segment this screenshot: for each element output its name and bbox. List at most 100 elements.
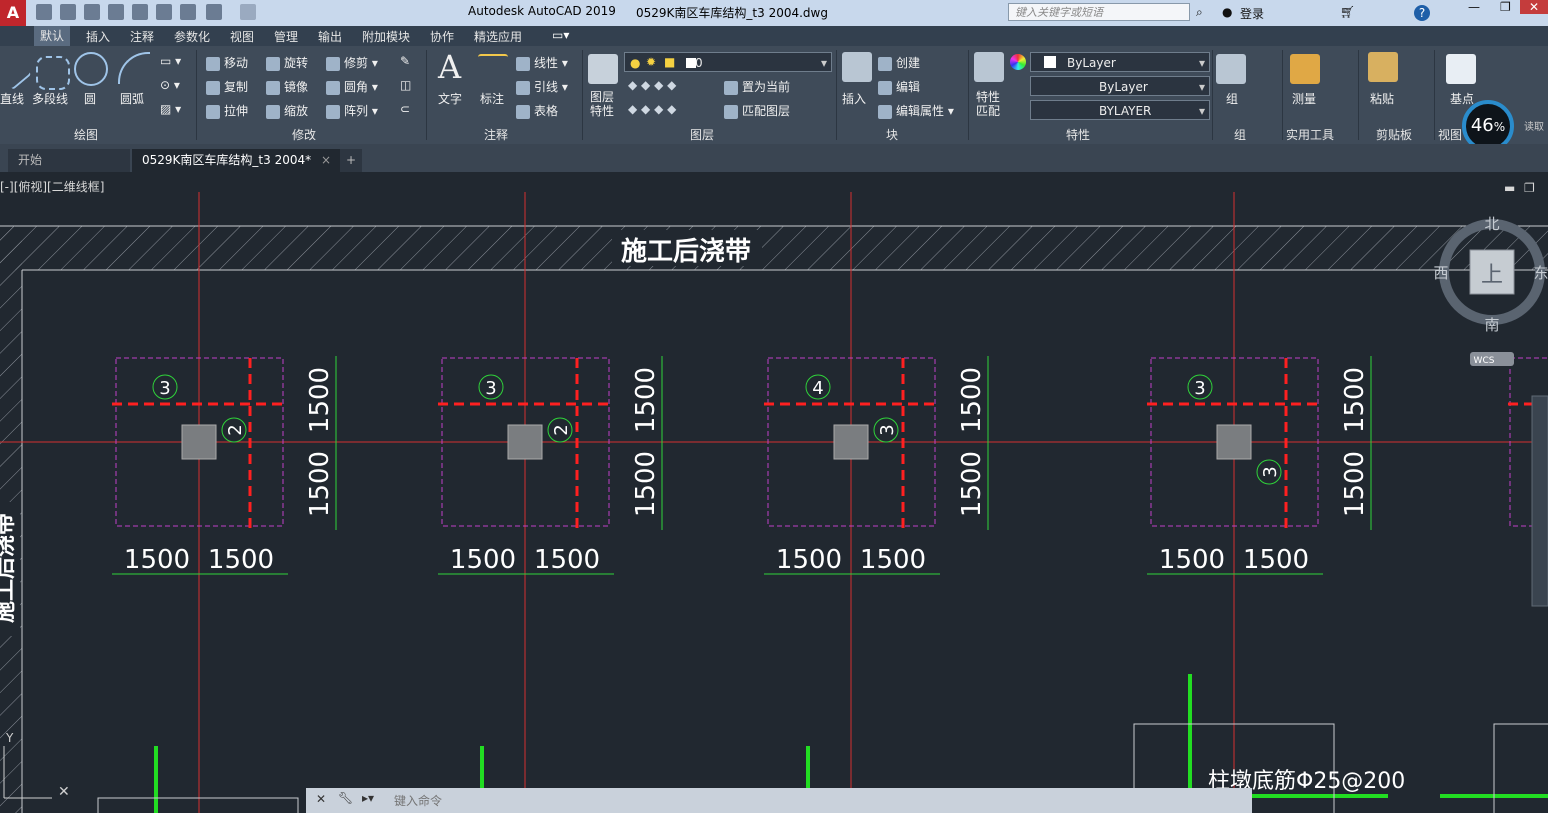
draw-panel-title[interactable]: 绘图 [74,126,98,143]
utilities-panel-title[interactable]: 实用工具 [1286,126,1334,143]
customize-icon[interactable]: 🔧︎ [338,791,353,805]
login-link[interactable]: 登录 [1240,5,1264,22]
viewcube-south[interactable]: 南 [1484,316,1499,334]
circle-button[interactable]: 圆 [84,90,96,107]
create-block-button[interactable]: 创建 [878,54,920,71]
command-input[interactable] [392,791,896,811]
tab-output[interactable]: 输出 [318,28,342,45]
restore-button[interactable]: ❐ [1500,0,1511,14]
cart-icon[interactable]: 🛒︎ [1340,5,1355,19]
start-tab[interactable]: 开始 [8,149,130,172]
column-pad-2[interactable]: 3 2 1500 1500 1500 1500 [438,356,663,575]
search-input[interactable]: 键入关键字或短语 [1008,3,1190,21]
arc-button[interactable]: 圆弧 [120,90,144,107]
tab-view[interactable]: 视图 [230,28,254,45]
linetype-dropdown[interactable]: ByLayer [1030,76,1210,97]
group-button[interactable]: 组 [1226,90,1238,107]
edit-attr-button[interactable]: 编辑属性 ▾ [878,102,954,119]
save-icon[interactable] [84,4,100,20]
offset-icon[interactable]: ⊂ [400,102,410,116]
set-current-button[interactable]: 置为当前 [724,78,790,95]
new-tab-button[interactable]: + [340,149,363,172]
groups-panel-title[interactable]: 组 [1234,126,1246,143]
match-properties-button[interactable]: 特性匹配 [976,90,1004,118]
rectangle-icon[interactable]: ▭ ▾ [160,54,181,68]
line-button[interactable]: 直线 [0,90,24,107]
rotate-button[interactable]: 旋转 [266,54,308,71]
app-menu-button[interactable]: A [0,0,26,26]
clipboard-panel-title[interactable]: 剪贴板 [1376,126,1412,143]
viewport-maximize-icon[interactable]: ❐ [1524,181,1535,195]
array-button[interactable]: 阵列 ▾ [326,102,378,119]
viewcube-north[interactable]: 北 [1484,215,1499,233]
navigation-bar[interactable] [1531,395,1548,607]
mirror-button[interactable]: 镜像 [266,78,308,95]
undo-icon[interactable] [206,4,222,20]
viewport-minimize-icon[interactable]: ▬ [1504,181,1515,195]
tab-collaborate[interactable]: 协作 [430,28,454,45]
close-button[interactable]: ✕ [1520,0,1548,14]
fillet-button[interactable]: 圆角 ▾ [326,78,378,95]
layer-properties-button[interactable]: 图层特性 [590,90,618,118]
view-panel-title[interactable]: 视图 [1438,126,1462,143]
leader-button[interactable]: 引线 ▾ [516,78,568,95]
plot-icon[interactable] [156,4,172,20]
explode-icon[interactable]: ◫ [400,78,411,92]
redo-icon[interactable] [240,4,256,20]
trim-button[interactable]: 修剪 ▾ [326,54,378,71]
drawing-tab[interactable]: 0529K南区车库结构_t3 2004* × [132,149,342,172]
help-button[interactable]: ? [1414,5,1430,21]
column-pad-4[interactable]: 3 3 1500 1500 1500 1500 [1147,356,1372,575]
table-button[interactable]: 表格 [516,102,558,119]
print-icon[interactable] [180,4,196,20]
stretch-button[interactable]: 拉伸 [206,102,248,119]
tab-parametric[interactable]: 参数化 [174,28,210,45]
dimension-button[interactable]: 标注 [480,90,504,107]
close-tab-icon[interactable]: × [321,153,331,167]
annotation-panel-title[interactable]: 注释 [484,126,508,143]
layer-tools-row1[interactable]: ◆ ◆ ◆ ◆ [628,78,676,92]
save-as-icon[interactable] [108,4,124,20]
properties-panel-title[interactable]: 特性 [1066,126,1090,143]
layer-tools-row2[interactable]: ◆ ◆ ◆ ◆ [628,102,676,116]
tab-manage[interactable]: 管理 [274,28,298,45]
web-icon[interactable] [132,4,148,20]
text-icon[interactable]: A [438,48,461,86]
base-point-button[interactable]: 基点 [1450,90,1474,107]
tab-featured[interactable]: 精选应用 [474,28,522,45]
viewcube-east[interactable]: 东 [1533,264,1548,282]
polyline-button[interactable]: 多段线 [32,90,68,107]
column-pad-3[interactable]: 4 3 1500 1500 1500 1500 [764,356,989,575]
erase-icon[interactable]: ✎ [400,54,410,68]
hatch-icon[interactable]: ⊙ ▾ [160,78,180,92]
color-dropdown[interactable]: ByLayer [1030,52,1210,73]
viewport-label[interactable]: [-][俯视][二维线框] [0,179,104,194]
tab-default[interactable]: 默认 [34,26,71,46]
layers-panel-title[interactable]: 图层 [690,126,714,143]
linear-button[interactable]: 线性 ▾ [516,54,568,71]
command-history-icon[interactable]: ▸▾ [362,791,374,805]
tab-insert[interactable]: 插入 [86,28,110,45]
close-command-line-icon[interactable]: ✕ [316,792,326,806]
color-wheel-icon[interactable] [1010,54,1026,70]
scale-button[interactable]: 缩放 [266,102,308,119]
tab-addins[interactable]: 附加模块 [362,28,410,45]
block-panel-title[interactable]: 块 [886,126,898,143]
minimize-button[interactable]: — [1468,0,1480,14]
lineweight-dropdown[interactable]: BYLAYER [1030,100,1210,121]
ribbon-toggle-button[interactable]: ▭▾ [552,28,569,42]
binoculars-icon[interactable]: ⌕ [1196,5,1203,20]
open-file-icon[interactable] [60,4,76,20]
column-pad-1[interactable]: 3 2 1500 1500 1500 1500 [112,356,337,575]
match-layer-button[interactable]: 匹配图层 [724,102,790,119]
edit-block-button[interactable]: 编辑 [878,78,920,95]
copy-button[interactable]: 复制 [206,78,248,95]
measure-button[interactable]: 测量 [1292,90,1316,107]
tab-annotate[interactable]: 注释 [130,28,154,45]
drawing-canvas[interactable]: 施工后浇带 施工后浇带 3 2 1500 1500 1500 1500 3 2 [0,172,1548,813]
move-button[interactable]: 移动 [206,54,248,71]
text-button[interactable]: 文字 [438,90,462,107]
new-file-icon[interactable] [36,4,52,20]
insert-button[interactable]: 插入 [842,90,866,107]
gradient-icon[interactable]: ▨ ▾ [160,102,181,116]
